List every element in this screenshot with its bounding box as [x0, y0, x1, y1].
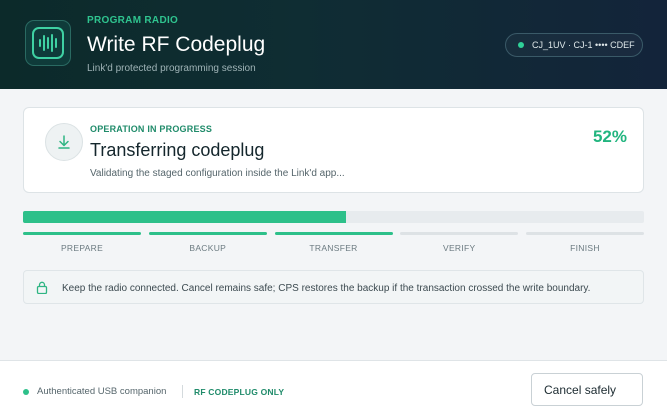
header-banner: PROGRAM RADIO Write RF Codeplug Link'd p… — [0, 0, 667, 89]
step-label: PREPARE — [60, 243, 104, 253]
step-line — [526, 232, 644, 235]
step-label: BACKUP — [189, 243, 227, 253]
step-label: TRANSFER — [309, 243, 358, 253]
device-badge: CJ_1UV · CJ-1 •••• CDEF — [505, 33, 643, 57]
waveform-icon — [25, 20, 71, 66]
download-arrow-icon — [45, 123, 83, 161]
step-finish: FINISH — [526, 232, 644, 256]
step-transfer: TRANSFER — [274, 232, 393, 256]
operation-eyebrow: OPERATION IN PROGRESS — [90, 124, 213, 134]
step-line — [23, 232, 141, 235]
authentication-status: Authenticated USB companion — [37, 386, 167, 397]
step-verify: VERIFY — [400, 232, 519, 256]
cancel-safely-button[interactable]: Cancel safely — [531, 373, 643, 406]
step-backup: BACKUP — [148, 232, 267, 256]
page-subtitle: Link'd protected programming session — [87, 63, 256, 74]
operation-title: Transferring codeplug — [90, 140, 265, 160]
safety-notice-text: Keep the radio connected. Cancel remains… — [62, 283, 591, 294]
page-title: Write RF Codeplug — [87, 33, 266, 56]
step-line — [400, 232, 519, 235]
step-line — [148, 232, 267, 235]
header-eyebrow: PROGRAM RADIO — [87, 15, 179, 26]
step-label: VERIFY — [442, 243, 476, 253]
authenticated-status-dot — [23, 389, 29, 395]
step-line — [274, 232, 393, 235]
device-label: CJ_1UV · CJ-1 •••• CDEF — [532, 40, 635, 50]
step-prepare: PREPARE — [23, 232, 141, 256]
progress-bar — [23, 211, 644, 223]
step-label: FINISH — [570, 243, 600, 253]
footer-divider — [182, 385, 183, 398]
safety-notice: Keep the radio connected. Cancel remains… — [23, 270, 644, 304]
operation-card: OPERATION IN PROGRESS Transferring codep… — [23, 107, 644, 193]
operation-description: Validating the staged configuration insi… — [90, 168, 345, 179]
connection-status-dot — [518, 42, 524, 48]
progress-percent: 52% — [592, 127, 627, 146]
progress-bar-fill — [23, 211, 346, 223]
lock-icon — [36, 281, 48, 299]
step-indicator: PREPARE BACKUP TRANSFER VERIFY FINISH — [23, 232, 644, 256]
mode-label: RF CODEPLUG ONLY — [194, 387, 285, 397]
